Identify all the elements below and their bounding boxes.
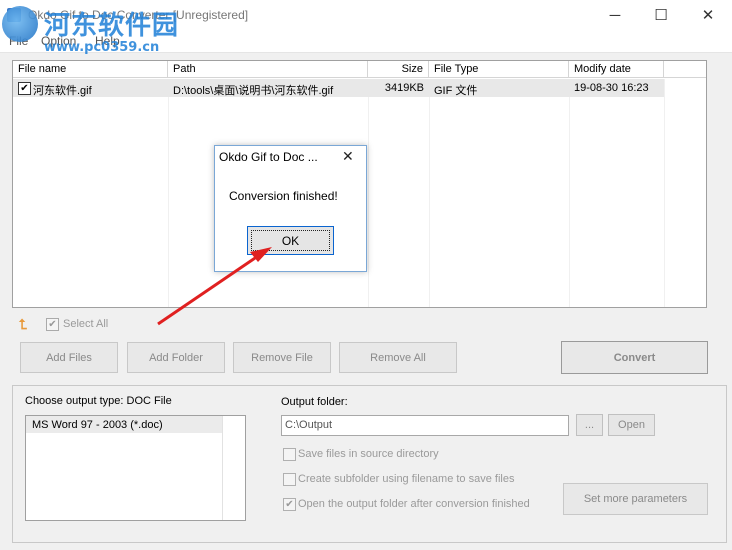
- browse-button[interactable]: ...: [576, 414, 603, 436]
- ok-focus-ring: [251, 230, 330, 251]
- column-divider: [664, 79, 665, 307]
- watermark-logo: [2, 6, 38, 42]
- column-header-modify-date[interactable]: Modify date: [569, 61, 664, 78]
- column-divider: [168, 79, 169, 307]
- dialog-close-icon[interactable]: ✕: [342, 148, 354, 165]
- cell-path: D:\tools\桌面\说明书\河东软件.gif: [173, 85, 334, 97]
- remove-all-button[interactable]: Remove All: [339, 342, 457, 373]
- set-more-parameters-button[interactable]: Set more parameters: [563, 483, 708, 515]
- save-in-source-checkbox[interactable]: [283, 448, 296, 461]
- output-type-item-label: MS Word 97 - 2003 (*.doc): [32, 419, 163, 431]
- dialog-message: Conversion finished!: [229, 189, 338, 203]
- up-arrow-icon[interactable]: ⮤: [19, 316, 35, 332]
- column-divider: [429, 79, 430, 307]
- create-subfolder-label[interactable]: Create subfolder using filename to save …: [298, 473, 514, 485]
- cell-file-type: GIF 文件: [434, 85, 478, 97]
- add-folder-button[interactable]: Add Folder: [127, 342, 225, 373]
- table-row[interactable]: [13, 79, 664, 97]
- ok-button[interactable]: OK: [247, 226, 334, 255]
- column-divider: [368, 79, 369, 307]
- open-output-folder-label[interactable]: Open the output folder after conversion …: [298, 498, 530, 510]
- column-header-file-type[interactable]: File Type: [429, 61, 569, 78]
- select-all-checkbox[interactable]: ✔: [46, 318, 59, 331]
- column-header-size[interactable]: Size: [368, 61, 429, 78]
- column-header-file-name[interactable]: File name: [13, 61, 168, 78]
- cell-modify-date: 19-08-30 16:23: [574, 82, 649, 94]
- create-subfolder-checkbox[interactable]: [283, 473, 296, 486]
- dialog-title: Okdo Gif to Doc ...: [219, 150, 318, 164]
- cell-file-name: 河东软件.gif: [33, 85, 92, 97]
- list-divider: [222, 416, 223, 520]
- save-in-source-label[interactable]: Save files in source directory: [298, 448, 439, 460]
- output-folder-input[interactable]: C:\Output: [281, 415, 569, 436]
- close-button[interactable]: ✕: [685, 0, 731, 30]
- open-folder-button[interactable]: Open: [608, 414, 655, 436]
- minimize-button[interactable]: ─: [592, 0, 638, 30]
- open-output-folder-checkbox[interactable]: ✔: [283, 498, 296, 511]
- column-header-filler: [664, 61, 706, 78]
- output-type-label: Choose output type: DOC File: [25, 395, 172, 407]
- cell-size: 3419KB: [384, 82, 424, 94]
- select-all-label[interactable]: Select All: [63, 318, 108, 330]
- add-files-button[interactable]: Add Files: [20, 342, 118, 373]
- column-divider: [569, 79, 570, 307]
- maximize-button[interactable]: ☐: [638, 0, 684, 30]
- watermark-name: 河东软件园: [44, 11, 180, 41]
- output-folder-label: Output folder:: [281, 396, 348, 408]
- row-checkbox[interactable]: ✔: [18, 82, 31, 95]
- remove-file-button[interactable]: Remove File: [233, 342, 331, 373]
- convert-button[interactable]: Convert: [561, 341, 708, 374]
- column-header-path[interactable]: Path: [168, 61, 368, 78]
- watermark-url: www.pc0359.cn: [44, 40, 160, 55]
- dialog-body: [215, 170, 366, 271]
